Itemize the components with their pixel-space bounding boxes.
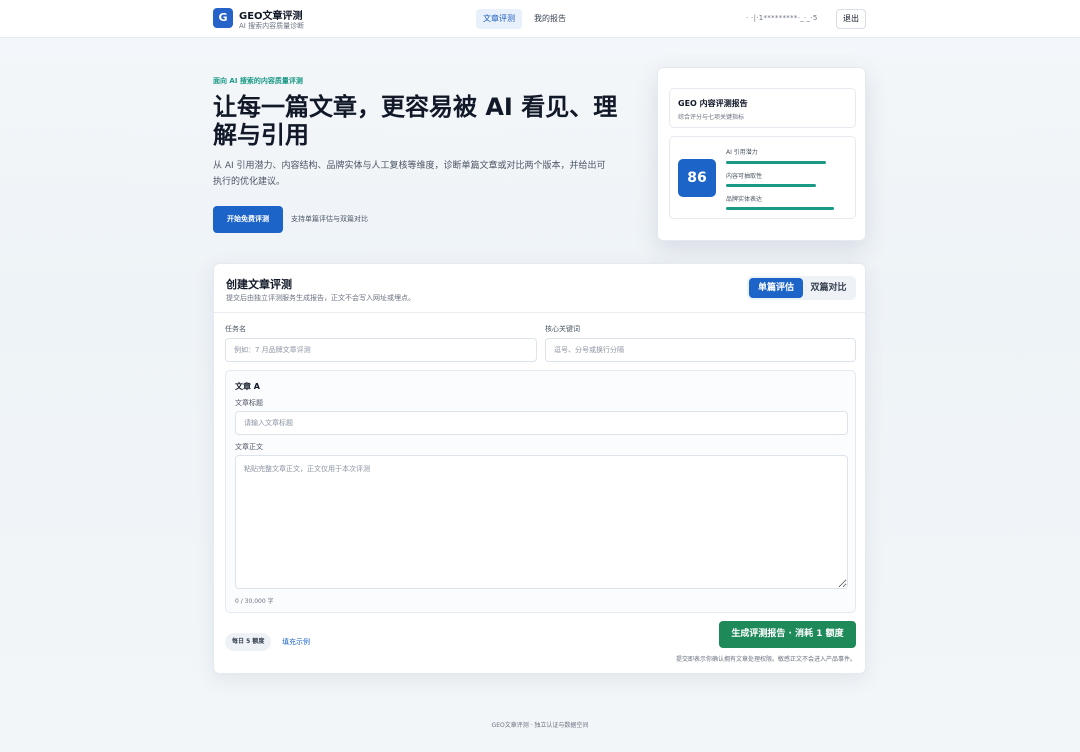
- article-a-section: 文章 A 文章标题 文章正文 0 / 30,000 字: [225, 370, 856, 613]
- user-account-id: · ·|·1*********·_·_·5: [746, 14, 818, 22]
- start-free-review-button[interactable]: 开始免费评测: [213, 206, 283, 233]
- article-heading: 文章 A: [235, 382, 260, 391]
- cta-note: 支持单篇评估与双篇对比: [291, 215, 368, 223]
- task-name-input[interactable]: [225, 338, 537, 362]
- brand-tagline: AI 搜索内容质量诊断: [239, 22, 305, 30]
- report-preview-subtitle: 综合评分与七项关键指标: [678, 114, 745, 121]
- metric-label: AI 引用潜力: [726, 149, 758, 156]
- create-review-form: 创建文章评测 提交后由独立评测服务生成报告，正文不会写入网址或埋点。 单篇评估 …: [213, 263, 866, 674]
- metric-label: 品牌实体表达: [726, 196, 763, 203]
- generate-report-button[interactable]: 生成评测报告 · 消耗 1 额度: [719, 621, 856, 648]
- fill-example-link[interactable]: 填充示例: [282, 637, 310, 647]
- hero-eyebrow: 面向 AI 搜索的内容质量评测: [213, 77, 303, 85]
- report-preview-header: GEO 内容评测报告 综合评分与七项关键指标: [669, 88, 856, 128]
- mode-switch: 单篇评估 双篇对比: [747, 276, 856, 300]
- submit-note: 提交即表示你确认拥有文章处理权限。敏感正文不会进入产品事件。: [675, 656, 856, 663]
- nav-tab-article-review[interactable]: 文章评测: [476, 9, 522, 29]
- brand-name[interactable]: GEO文章评测: [239, 7, 303, 22]
- form-subtitle: 提交后由独立评测服务生成报告，正文不会写入网址或埋点。: [226, 294, 415, 302]
- overall-score: 86: [678, 159, 716, 197]
- metric-label: 内容可抽取性: [726, 173, 763, 180]
- logo-icon[interactable]: G: [213, 8, 233, 28]
- keywords-label: 核心关键词: [545, 325, 580, 333]
- article-title-input[interactable]: [235, 411, 848, 435]
- logout-button[interactable]: 退出: [836, 9, 866, 29]
- nav-tab-my-reports[interactable]: 我的报告: [527, 9, 573, 29]
- top-bar: G GEO文章评测 AI 搜索内容质量诊断 文章评测 我的报告 · ·|·1**…: [0, 0, 1080, 38]
- hero-description: 从 AI 引用潜力、内容结构、品牌实体与人工复核等维度，诊断单篇文章或对比两个版…: [213, 161, 606, 187]
- metric-bar: [726, 207, 834, 210]
- mode-single-button[interactable]: 单篇评估: [749, 278, 803, 298]
- article-title-label: 文章标题: [235, 399, 263, 407]
- form-title: 创建文章评测: [226, 278, 292, 291]
- metric-bar: [726, 161, 826, 164]
- metric-bar: [726, 184, 816, 187]
- report-preview-card: GEO 内容评测报告 综合评分与七项关键指标 86 AI 引用潜力 内容可抽取性…: [657, 67, 866, 241]
- divider: [214, 312, 865, 313]
- hero-title: 让每一篇文章，更容易被 AI 看见、理解与引用: [213, 93, 618, 149]
- report-preview-body: 86 AI 引用潜力 内容可抽取性 品牌实体表达: [669, 136, 856, 219]
- footer-text: GEO文章评测 · 独立认证与数据空间: [491, 722, 589, 729]
- mode-compare-button[interactable]: 双篇对比: [803, 278, 854, 298]
- char-count: 0 / 30,000 字: [235, 598, 274, 605]
- article-body-label: 文章正文: [235, 443, 263, 451]
- report-preview-title: GEO 内容评测报告: [678, 99, 748, 108]
- keywords-input[interactable]: [545, 338, 856, 362]
- task-name-label: 任务名: [225, 325, 246, 333]
- article-body-textarea[interactable]: [235, 455, 848, 589]
- quota-badge: 每日 5 额度: [225, 633, 272, 651]
